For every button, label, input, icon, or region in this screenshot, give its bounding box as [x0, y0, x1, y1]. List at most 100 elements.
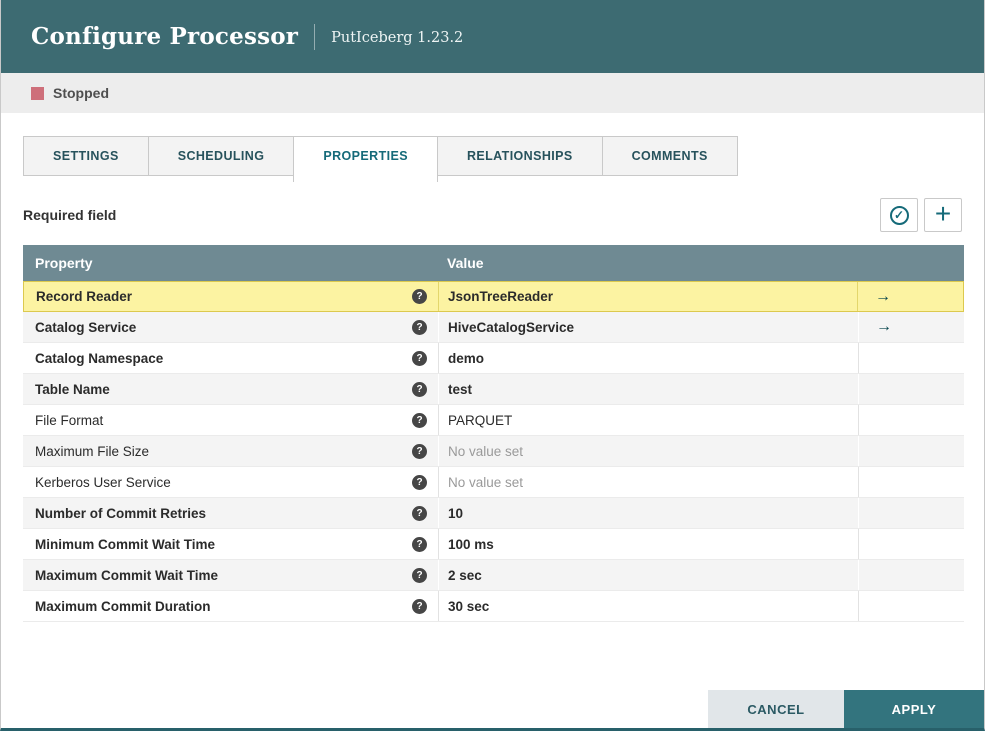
table-row[interactable]: Record Reader ? JsonTreeReader →	[23, 281, 964, 312]
help-icon[interactable]: ?	[412, 412, 427, 428]
property-value: HiveCatalogService	[448, 319, 575, 335]
value-cell[interactable]: JsonTreeReader	[438, 282, 857, 311]
value-cell[interactable]: 10	[438, 498, 858, 528]
table-row[interactable]: Maximum File Size ? No value set	[23, 436, 964, 467]
property-value: 10	[448, 505, 464, 521]
help-icon[interactable]: ?	[412, 443, 427, 459]
help-icon[interactable]: ?	[412, 381, 427, 397]
tab-scheduling[interactable]: SCHEDULING	[147, 136, 295, 176]
arrow-cell	[858, 374, 964, 404]
cancel-button[interactable]: CANCEL	[708, 690, 844, 728]
property-name: File Format	[35, 412, 104, 428]
add-property-button[interactable]: +	[924, 198, 962, 232]
property-cell: Catalog Namespace ?	[23, 343, 438, 373]
table-row[interactable]: Kerberos User Service ? No value set	[23, 467, 964, 498]
verify-check-icon: ✓	[889, 205, 909, 225]
property-cell: Number of Commit Retries ?	[23, 498, 438, 528]
property-cell: Maximum Commit Duration ?	[23, 591, 438, 621]
table-row[interactable]: Maximum Commit Duration ? 30 sec	[23, 591, 964, 622]
property-name: Maximum File Size	[35, 443, 150, 459]
apply-button[interactable]: APPLY	[844, 690, 984, 728]
property-value: PARQUET	[448, 412, 513, 428]
tab-comments[interactable]: COMMENTS	[601, 136, 738, 176]
property-name: Catalog Namespace	[35, 350, 164, 366]
arrow-cell	[858, 467, 964, 497]
property-value: test	[448, 381, 473, 397]
property-value: 2 sec	[448, 567, 482, 583]
property-cell: Maximum File Size ?	[23, 436, 438, 466]
arrow-cell	[858, 405, 964, 435]
property-value: 100 ms	[448, 536, 494, 552]
property-cell: Maximum Commit Wait Time ?	[23, 560, 438, 590]
table-row[interactable]: Catalog Namespace ? demo	[23, 343, 964, 374]
property-cell: Record Reader ?	[24, 282, 438, 311]
property-name: Maximum Commit Duration	[35, 598, 211, 614]
status-label: Stopped	[53, 85, 109, 101]
property-name: Table Name	[35, 381, 110, 397]
help-icon[interactable]: ?	[412, 536, 427, 552]
arrow-cell: →	[858, 312, 964, 342]
toolbar-actions: ✓ +	[880, 198, 962, 232]
processor-name-version: PutIceberg 1.23.2	[331, 30, 464, 46]
goto-service-arrow[interactable]: →	[875, 288, 891, 306]
property-cell: Table Name ?	[23, 374, 438, 404]
table-body: Record Reader ? JsonTreeReader → Catalog…	[23, 281, 964, 622]
table-row[interactable]: Maximum Commit Wait Time ? 2 sec	[23, 560, 964, 591]
tab-settings[interactable]: SETTINGS	[23, 136, 149, 176]
help-icon[interactable]: ?	[412, 474, 427, 490]
help-icon[interactable]: ?	[412, 319, 427, 335]
table-header-row: Property Value	[23, 245, 964, 281]
verify-properties-button[interactable]: ✓	[880, 198, 918, 232]
value-cell[interactable]: No value set	[438, 467, 858, 497]
arrow-cell	[858, 436, 964, 466]
table-row[interactable]: Minimum Commit Wait Time ? 100 ms	[23, 529, 964, 560]
property-name: Minimum Commit Wait Time	[35, 536, 216, 552]
help-icon[interactable]: ?	[412, 567, 427, 583]
property-value: JsonTreeReader	[448, 289, 554, 304]
value-cell[interactable]: 30 sec	[438, 591, 858, 621]
value-cell[interactable]: PARQUET	[438, 405, 858, 435]
properties-table: Property Value Record Reader ? JsonTreeR…	[23, 245, 964, 622]
help-icon[interactable]: ?	[412, 289, 427, 304]
property-cell: File Format ?	[23, 405, 438, 435]
title-divider	[314, 23, 316, 50]
property-name: Record Reader	[36, 289, 133, 304]
tab-properties[interactable]: PROPERTIES	[293, 136, 438, 182]
dialog-footer: CANCEL APPLY	[708, 690, 984, 728]
property-name: Catalog Service	[35, 319, 137, 335]
help-icon[interactable]: ?	[412, 598, 427, 614]
arrow-cell	[858, 343, 964, 373]
goto-service-arrow[interactable]: →	[876, 318, 892, 336]
table-row[interactable]: Catalog Service ? HiveCatalogService →	[23, 312, 964, 343]
dialog-title: Configure Processor	[31, 23, 299, 50]
arrow-cell	[858, 560, 964, 590]
help-icon[interactable]: ?	[412, 350, 427, 366]
arrow-cell: →	[857, 282, 963, 311]
table-row[interactable]: File Format ? PARQUET	[23, 405, 964, 436]
value-cell[interactable]: demo	[438, 343, 858, 373]
value-cell[interactable]: No value set	[438, 436, 858, 466]
value-cell[interactable]: HiveCatalogService	[438, 312, 858, 342]
arrow-cell	[858, 591, 964, 621]
arrow-cell	[858, 529, 964, 559]
value-cell[interactable]: 100 ms	[438, 529, 858, 559]
status-bar: Stopped	[1, 73, 984, 113]
plus-icon: +	[934, 197, 952, 229]
table-row[interactable]: Number of Commit Retries ? 10	[23, 498, 964, 529]
tab-relationships[interactable]: RELATIONSHIPS	[436, 136, 603, 176]
arrow-cell	[858, 498, 964, 528]
tab-bar: SETTINGS SCHEDULING PROPERTIES RELATIONSHIP…	[23, 136, 962, 182]
configure-processor-dialog: Configure Processor PutIceberg 1.23.2 St…	[0, 0, 985, 731]
required-field-label: Required field	[23, 207, 117, 223]
property-value: demo	[448, 350, 485, 366]
property-cell: Kerberos User Service ?	[23, 467, 438, 497]
table-row[interactable]: Table Name ? test	[23, 374, 964, 405]
value-cell[interactable]: 2 sec	[438, 560, 858, 590]
value-cell[interactable]: test	[438, 374, 858, 404]
help-icon[interactable]: ?	[412, 505, 427, 521]
property-value: 30 sec	[448, 598, 490, 614]
column-header-property: Property	[35, 255, 93, 271]
property-name: Kerberos User Service	[35, 474, 171, 490]
stopped-status-icon	[31, 86, 44, 100]
property-name: Number of Commit Retries	[35, 505, 207, 521]
